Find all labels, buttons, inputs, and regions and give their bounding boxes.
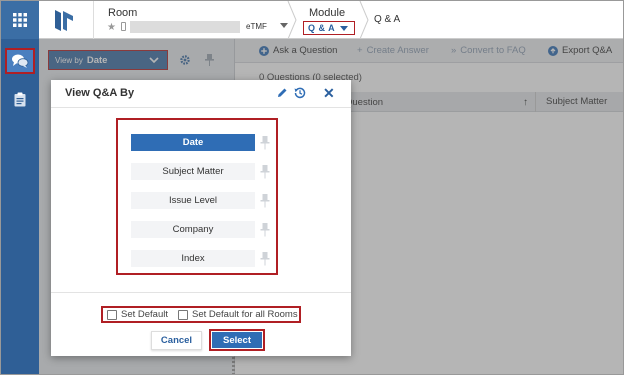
star-icon[interactable]: ★ <box>107 22 116 33</box>
select-button-highlight: Select <box>209 329 265 351</box>
pin-icon[interactable] <box>260 136 270 150</box>
option-subject-matter[interactable]: Subject Matter <box>131 163 255 180</box>
dialog-divider <box>51 292 351 293</box>
mobile-icon <box>121 22 126 31</box>
rail-item-documents[interactable] <box>11 90 29 108</box>
room-name-redacted <box>130 21 240 33</box>
option-date[interactable]: Date <box>131 134 255 151</box>
room-tag: eTMF <box>246 22 267 31</box>
set-default-all-checkbox[interactable] <box>178 309 188 320</box>
option-label: Index <box>181 253 205 264</box>
select-button[interactable]: Select <box>212 332 262 348</box>
set-default-all-label: Set Default for all Rooms <box>192 309 298 320</box>
pin-icon[interactable] <box>260 194 270 208</box>
view-by-options: Date Subject Matter Issue Level Company … <box>116 118 278 275</box>
module-value: Q & A <box>308 23 336 33</box>
room-selector[interactable]: Room ★ eTMF <box>93 1 293 39</box>
app-logo <box>55 10 73 31</box>
dialog-title: View Q&A By <box>65 87 135 99</box>
top-bar: Room ★ eTMF Module Q & A Q & A <box>1 1 623 39</box>
module-label: Module <box>309 7 346 19</box>
default-options: Set Default Set Default for all Rooms <box>101 306 301 323</box>
option-label: Date <box>182 137 204 148</box>
breadcrumb-current: Q & A <box>374 14 401 25</box>
clipboard-icon <box>14 92 26 106</box>
history-icon[interactable] <box>294 87 306 99</box>
app-grid-button[interactable] <box>1 1 39 39</box>
option-issue-level[interactable]: Issue Level <box>131 192 255 209</box>
dialog-header: View Q&A By ✕ <box>51 80 351 108</box>
left-rail <box>1 39 39 374</box>
option-company[interactable]: Company <box>131 221 255 238</box>
breadcrumb-separator <box>287 1 297 39</box>
select-label: Select <box>223 334 251 346</box>
option-label: Issue Level <box>168 195 218 206</box>
cancel-label: Cancel <box>160 335 193 346</box>
pin-icon[interactable] <box>260 165 270 179</box>
set-default-checkbox[interactable] <box>107 309 117 320</box>
room-label: Room <box>108 7 138 19</box>
pin-icon[interactable] <box>260 223 270 237</box>
option-index[interactable]: Index <box>131 250 255 267</box>
set-default-label: Set Default <box>121 309 168 320</box>
view-by-dialog: View Q&A By ✕ Date Subject Matter Issue … <box>51 80 351 356</box>
pencil-icon[interactable] <box>277 87 288 98</box>
rail-item-qa[interactable] <box>5 48 35 74</box>
module-selector[interactable]: Module Q & A <box>301 1 361 39</box>
cancel-button[interactable]: Cancel <box>151 331 202 350</box>
chat-bubbles-icon <box>12 54 29 68</box>
breadcrumb-separator <box>359 1 369 39</box>
pin-icon[interactable] <box>260 252 270 266</box>
option-label: Subject Matter <box>162 166 224 177</box>
module-dropdown[interactable]: Q & A <box>303 21 355 35</box>
close-icon[interactable]: ✕ <box>323 85 335 102</box>
chevron-down-icon <box>340 25 349 31</box>
option-label: Company <box>172 224 214 235</box>
grid-icon <box>13 13 27 27</box>
app-window: Room ★ eTMF Module Q & A Q & A View by D… <box>0 0 624 375</box>
